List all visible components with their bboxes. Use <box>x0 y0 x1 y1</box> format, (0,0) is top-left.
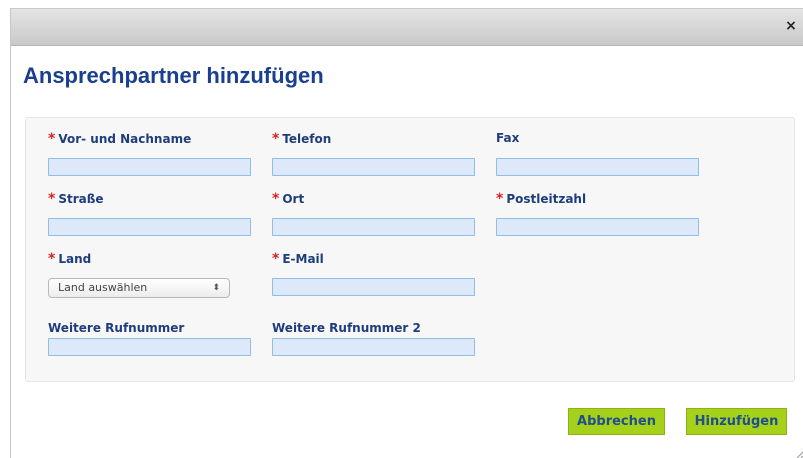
fax-label: Fax <box>496 131 520 145</box>
required-marker: * <box>48 251 56 267</box>
fax-input[interactable] <box>496 158 699 176</box>
email-input[interactable] <box>272 278 475 296</box>
required-marker: * <box>496 191 504 207</box>
close-icon[interactable]: × <box>784 18 798 34</box>
street-label: * Straße <box>48 191 104 207</box>
phone3-input[interactable] <box>272 338 475 356</box>
city-input[interactable] <box>272 218 475 236</box>
required-marker: * <box>48 131 56 147</box>
select-arrows-icon: ⬍ <box>212 283 220 293</box>
add-button[interactable]: Hinzufügen <box>686 408 787 435</box>
required-marker: * <box>272 131 280 147</box>
name-label: * Vor- und Nachname <box>48 131 192 147</box>
street-input[interactable] <box>48 218 251 236</box>
phone-input[interactable] <box>272 158 475 176</box>
required-marker: * <box>272 251 280 267</box>
zip-label: * Postleitzahl <box>496 191 587 207</box>
phone-label: * Telefon <box>272 131 332 147</box>
name-input[interactable] <box>48 158 251 176</box>
add-contact-dialog: × Ansprechpartner hinzufügen * Vor- und N… <box>10 8 803 458</box>
phone2-input[interactable] <box>48 338 251 356</box>
country-label: * Land <box>48 251 92 267</box>
zip-input[interactable] <box>496 218 699 236</box>
email-label: * E-Mail <box>272 251 324 267</box>
dialog-titlebar[interactable]: × <box>11 9 803 46</box>
country-select[interactable]: Land auswählen ⬍ <box>48 278 230 298</box>
cancel-button[interactable]: Abbrechen <box>568 408 665 435</box>
dialog-title: Ansprechpartner hinzufügen <box>23 63 324 88</box>
country-select-value: Land auswählen <box>58 281 148 294</box>
required-marker: * <box>48 191 56 207</box>
required-marker: * <box>272 191 280 207</box>
contact-form-panel: * Vor- und Nachname * Telefon Fax * Straße … <box>25 117 795 382</box>
phone2-label: Weitere Rufnummer <box>48 321 185 335</box>
city-label: * Ort <box>272 191 305 207</box>
phone3-label: Weitere Rufnummer 2 <box>272 321 421 335</box>
